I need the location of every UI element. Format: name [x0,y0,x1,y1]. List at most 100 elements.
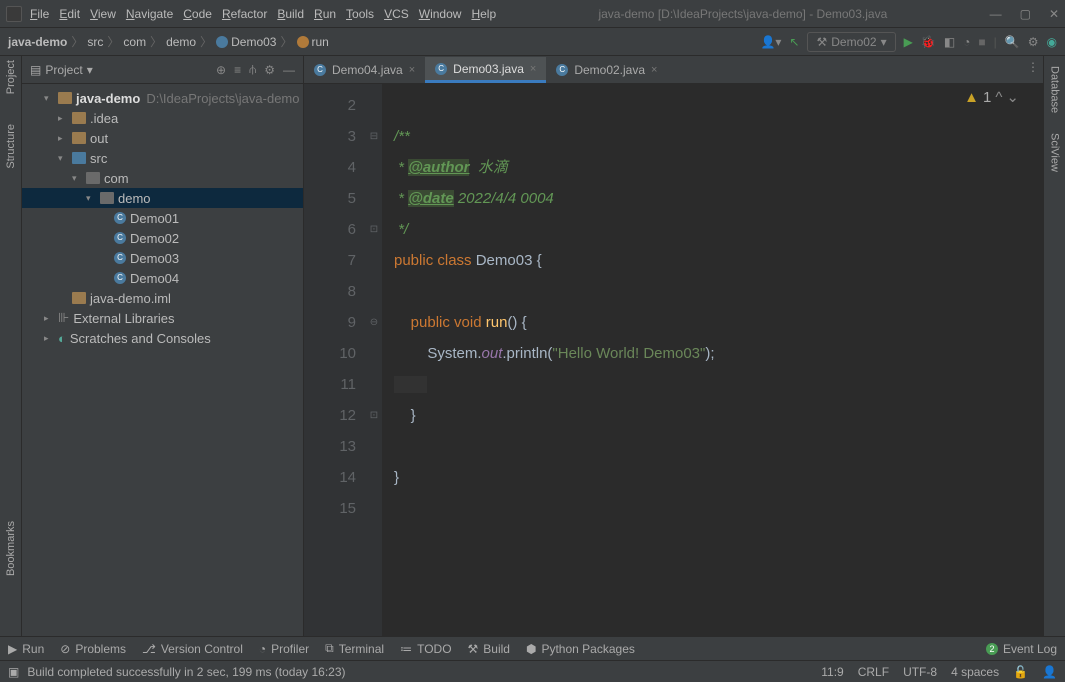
app-logo-icon [6,6,22,22]
breadcrumb-demo[interactable]: demo [166,35,196,49]
warning-icon: ▲ [964,89,979,106]
debug-icon[interactable]: 🐞 [921,35,936,49]
tree-item-demo01[interactable]: CDemo01 [22,208,303,228]
tree-item-com[interactable]: ▾com [22,168,303,188]
menu-view[interactable]: View [90,7,116,21]
tree-item-scratches-and-consoles[interactable]: ▸◐Scratches and Consoles [22,328,303,348]
tab-demo04-java[interactable]: CDemo04.java× [304,57,425,83]
menu-file[interactable]: File [30,7,49,21]
bottom-todo[interactable]: ≔TODO [400,642,451,656]
encoding[interactable]: UTF-8 [903,665,937,679]
tree-item-external-libraries[interactable]: ▸⊪External Libraries [22,308,303,328]
settings-icon[interactable]: ⚙ [264,63,275,77]
close-tab-icon[interactable]: × [409,64,415,76]
tree-item-java-demo-iml[interactable]: java-demo.iml [22,288,303,308]
search-icon[interactable]: 🔍 [1005,35,1020,49]
inspection-icon[interactable]: 👤 [1042,665,1057,679]
coverage-icon[interactable]: ◧ [944,35,955,49]
tool-structure[interactable]: Structure [5,124,17,169]
left-tool-stripe: Project Structure Bookmarks [0,56,22,636]
plugin-icon[interactable]: ◉ [1047,35,1057,49]
tree-item-demo03[interactable]: CDemo03 [22,248,303,268]
chevron-down-icon[interactable]: ⌄ [1006,88,1019,106]
back-icon[interactable]: ↖ [789,35,799,49]
tree-item-src[interactable]: ▾src [22,148,303,168]
breadcrumb-java-demo[interactable]: java-demo [8,35,67,49]
tool-bookmarks[interactable]: Bookmarks [5,521,17,576]
close-tab-icon[interactable]: × [530,63,536,75]
profile-icon[interactable]: ◔ [963,35,970,49]
event-log[interactable]: 2Event Log [986,642,1057,656]
inspection-widget[interactable]: ▲ 1 ^ ⌄ [964,88,1019,106]
line-ending[interactable]: CRLF [858,665,889,679]
tool-project[interactable]: Project [5,60,17,94]
readonly-icon[interactable]: 🔓 [1013,665,1028,679]
chevron-down-icon: ▾ [881,35,887,49]
menu-build[interactable]: Build [277,7,304,21]
select-opened-icon[interactable]: ⊕ [216,63,226,77]
breadcrumb-run[interactable]: run [297,35,329,49]
project-header: ▤ Project ▾ ⊕ ≡ ⫛ ⚙ — [22,56,303,84]
indent[interactable]: 4 spaces [951,665,999,679]
menu-vcs[interactable]: VCS [384,7,409,21]
bottom-build[interactable]: ⚒Build [468,642,510,656]
run-config-label: Demo02 [831,35,876,49]
tree-item--idea[interactable]: ▸.idea [22,108,303,128]
close-tab-icon[interactable]: × [651,64,657,76]
tree-item-demo02[interactable]: CDemo02 [22,228,303,248]
user-icon[interactable]: 👤▾ [760,35,781,49]
maximize-icon[interactable]: ▢ [1020,7,1031,21]
window-title: java-demo [D:\IdeaProjects\java-demo] - … [496,7,989,21]
bottom-profiler[interactable]: ◔Profiler [259,642,309,656]
stop-icon[interactable]: ■ [978,35,985,49]
breadcrumb-com[interactable]: com [123,35,146,49]
tab-demo03-java[interactable]: CDemo03.java× [425,57,546,83]
expand-all-icon[interactable]: ≡ [234,63,241,77]
caret-position[interactable]: 11:9 [821,665,843,679]
menu-code[interactable]: Code [183,7,212,21]
menu-help[interactable]: Help [471,7,496,21]
chevron-up-icon[interactable]: ^ [995,89,1002,106]
breadcrumb-src[interactable]: src [87,35,103,49]
menu-run[interactable]: Run [314,7,336,21]
tool-sciview[interactable]: SciView [1049,133,1061,172]
chevron-down-icon: ▾ [87,63,93,77]
project-panel: ▤ Project ▾ ⊕ ≡ ⫛ ⚙ — ▾java-demoD:\IdeaP… [22,56,304,636]
bottom-run[interactable]: ▶Run [8,642,44,656]
tool-window-icon[interactable]: ▣ [8,665,19,679]
run-icon[interactable]: ▶ [904,35,913,49]
code-text[interactable]: /** * @author 水滴 * @date 2022/4/4 0004 *… [382,84,1043,636]
bottom-version-control[interactable]: ⎇Version Control [142,642,243,656]
editor: CDemo04.java×CDemo03.java×CDemo02.java× … [304,56,1043,636]
run-config-select[interactable]: ⚒ Demo02 ▾ [807,32,895,52]
tree-item-out[interactable]: ▸out [22,128,303,148]
breadcrumb-demo03[interactable]: Demo03 [216,35,276,49]
tree-item-java-demo[interactable]: ▾java-demoD:\IdeaProjects\java-demo [22,88,303,108]
bottom-python-packages[interactable]: ⬢Python Packages [526,642,635,656]
bottom-problems[interactable]: ⊘Problems [60,642,126,656]
menu-edit[interactable]: Edit [59,7,80,21]
menu-refactor[interactable]: Refactor [222,7,267,21]
collapse-all-icon[interactable]: ⫛ [249,62,256,77]
tab-demo02-java[interactable]: CDemo02.java× [546,57,667,83]
tree-item-demo04[interactable]: CDemo04 [22,268,303,288]
settings-icon[interactable]: ⚙ [1028,35,1039,49]
menu-tools[interactable]: Tools [346,7,374,21]
project-title: Project [45,63,82,77]
menu-navigate[interactable]: Navigate [126,7,173,21]
folder-icon: ▤ [30,63,41,77]
code-area[interactable]: 23456789101112131415 ⊟ ⊡ ⊖ ⊡ /** * @auth… [304,84,1043,636]
bottom-terminal[interactable]: ⧉Terminal [325,641,384,656]
fold-column[interactable]: ⊟ ⊡ ⊖ ⊡ [366,84,382,636]
more-icon[interactable]: ⋮ [1027,60,1039,74]
close-icon[interactable]: ✕ [1049,7,1059,21]
project-view-select[interactable]: ▤ Project ▾ [30,63,93,77]
menu-window[interactable]: Window [419,7,462,21]
main-menu: File Edit View Navigate Code Refactor Build Run… [30,7,496,21]
tool-database[interactable]: Database [1049,66,1061,113]
hide-icon[interactable]: — [283,63,295,77]
warning-count: 1 [983,89,991,106]
status-bar: ▣ Build completed successfully in 2 sec,… [0,660,1065,682]
minimize-icon[interactable]: — [990,7,1002,21]
tree-item-demo[interactable]: ▾demo [22,188,303,208]
